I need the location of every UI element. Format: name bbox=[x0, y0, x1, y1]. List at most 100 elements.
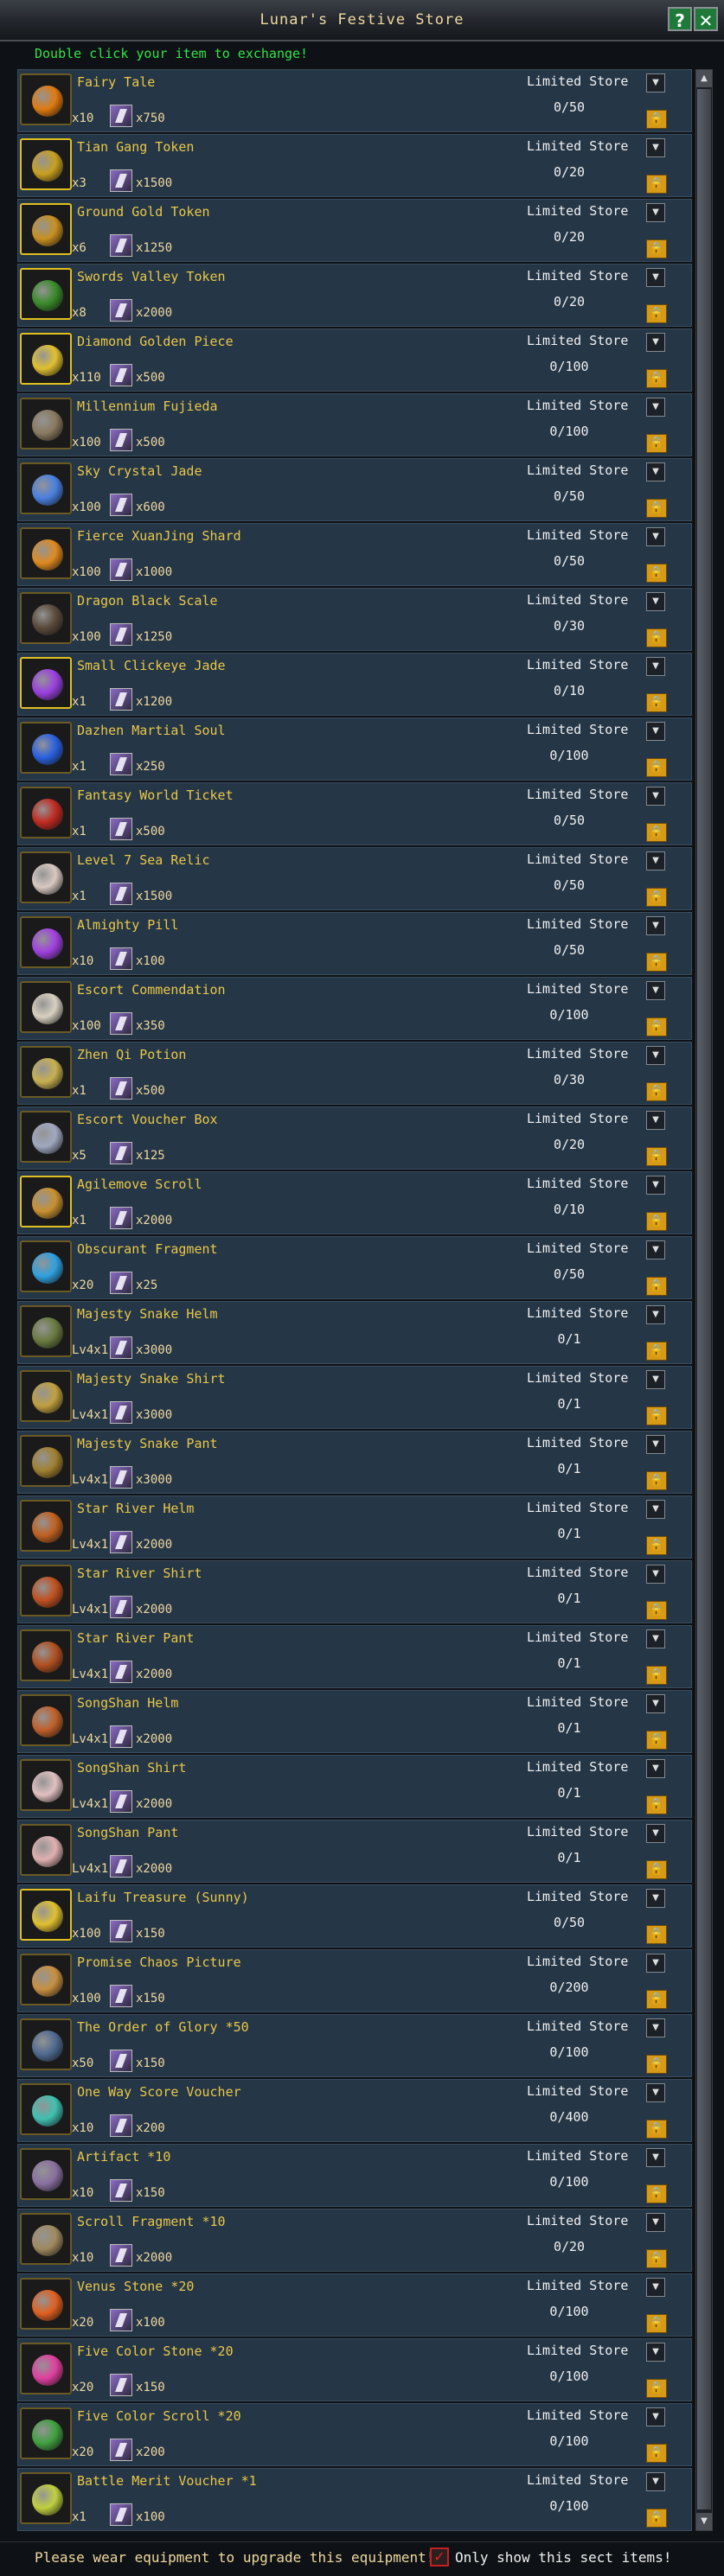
store-item-row[interactable]: The Order of Glory *50 x50 x150 Limited Sto… bbox=[17, 2014, 692, 2077]
store-item-row[interactable]: Majesty Snake Pant Lv4x1 x3000 Limited Stor… bbox=[17, 1431, 692, 1494]
dropdown-icon[interactable]: ▼ bbox=[646, 1500, 665, 1519]
store-item-row[interactable]: Majesty Snake Shirt Lv4x1 x3000 Limited Sto… bbox=[17, 1366, 692, 1429]
store-item-row[interactable]: SongShan Helm Lv4x1 x2000 Limited Store 0/1 ▼… bbox=[17, 1690, 692, 1753]
store-item-row[interactable]: Sky Crystal Jade x100 x600 Limited Store 0/5… bbox=[17, 458, 692, 521]
dropdown-icon[interactable]: ▼ bbox=[646, 1889, 665, 1908]
lock-icon[interactable]: 🔒 bbox=[646, 2055, 667, 2074]
item-icon[interactable] bbox=[20, 916, 72, 968]
lock-icon[interactable]: 🔒 bbox=[646, 1471, 667, 1490]
lock-icon[interactable]: 🔒 bbox=[646, 499, 667, 518]
lock-icon[interactable]: 🔒 bbox=[646, 1147, 667, 1166]
lock-icon[interactable]: 🔒 bbox=[646, 2509, 667, 2528]
store-item-row[interactable]: Obscurant Fragment x20 x25 Limited Store 0/5… bbox=[17, 1236, 692, 1299]
dropdown-icon[interactable]: ▼ bbox=[646, 527, 665, 546]
lock-icon[interactable]: 🔒 bbox=[646, 304, 667, 323]
item-icon[interactable] bbox=[20, 73, 72, 125]
item-icon[interactable] bbox=[20, 1111, 72, 1163]
dropdown-icon[interactable]: ▼ bbox=[646, 787, 665, 806]
store-item-row[interactable]: Star River Shirt Lv4x1 x2000 Limited Store 0… bbox=[17, 1560, 692, 1623]
dropdown-icon[interactable]: ▼ bbox=[646, 1370, 665, 1389]
lock-icon[interactable]: 🔒 bbox=[646, 369, 667, 388]
dropdown-icon[interactable]: ▼ bbox=[646, 592, 665, 611]
store-item-row[interactable]: Artifact *10 x10 x150 Limited Store 0/100 ▼ 🔒 bbox=[17, 2144, 692, 2207]
lock-icon[interactable]: 🔒 bbox=[646, 2314, 667, 2333]
lock-icon[interactable]: 🔒 bbox=[646, 1017, 667, 1036]
store-item-row[interactable]: Five Color Stone *20 x20 x150 Limited Store… bbox=[17, 2338, 692, 2401]
lock-icon[interactable]: 🔒 bbox=[646, 2444, 667, 2463]
lock-icon[interactable]: 🔒 bbox=[646, 110, 667, 129]
dropdown-icon[interactable]: ▼ bbox=[646, 657, 665, 676]
store-item-row[interactable]: Escort Voucher Box x5 x125 Limited Store 0/2… bbox=[17, 1106, 692, 1170]
item-icon[interactable] bbox=[20, 1565, 72, 1616]
store-item-row[interactable]: Fantasy World Ticket x1 x500 Limited Store 0… bbox=[17, 782, 692, 845]
lock-icon[interactable]: 🔒 bbox=[646, 888, 667, 907]
dropdown-icon[interactable]: ▼ bbox=[646, 2083, 665, 2102]
lock-icon[interactable]: 🔒 bbox=[646, 953, 667, 972]
lock-icon[interactable]: 🔒 bbox=[646, 693, 667, 712]
dropdown-icon[interactable]: ▼ bbox=[646, 722, 665, 741]
dropdown-icon[interactable]: ▼ bbox=[646, 1629, 665, 1648]
store-item-row[interactable]: SongShan Shirt Lv4x1 x2000 Limited Store 0/1… bbox=[17, 1755, 692, 1818]
sect-filter-checkbox[interactable]: ✓ bbox=[430, 2547, 449, 2566]
dropdown-icon[interactable]: ▼ bbox=[646, 2343, 665, 2362]
dropdown-icon[interactable]: ▼ bbox=[646, 398, 665, 417]
dropdown-icon[interactable]: ▼ bbox=[646, 2213, 665, 2232]
lock-icon[interactable]: 🔒 bbox=[646, 175, 667, 194]
item-icon[interactable] bbox=[20, 138, 72, 190]
dropdown-icon[interactable]: ▼ bbox=[646, 1305, 665, 1324]
item-icon[interactable] bbox=[20, 333, 72, 385]
lock-icon[interactable]: 🔒 bbox=[646, 1277, 667, 1296]
store-item-row[interactable]: Laifu Treasure (Sunny) x100 x150 Limited St… bbox=[17, 1884, 692, 1948]
item-icon[interactable] bbox=[20, 1305, 72, 1357]
store-item-row[interactable]: Scroll Fragment *10 x10 x2000 Limited Store… bbox=[17, 2209, 692, 2272]
item-icon[interactable] bbox=[20, 2407, 72, 2459]
store-item-row[interactable]: Small Clickeye Jade x1 x1200 Limited Store 0… bbox=[17, 653, 692, 716]
lock-icon[interactable]: 🔒 bbox=[646, 1406, 667, 1425]
dropdown-icon[interactable]: ▼ bbox=[646, 1824, 665, 1843]
item-icon[interactable] bbox=[20, 1046, 72, 1098]
dropdown-icon[interactable]: ▼ bbox=[646, 1565, 665, 1584]
lock-icon[interactable]: 🔒 bbox=[646, 1601, 667, 1620]
dropdown-icon[interactable]: ▼ bbox=[646, 1046, 665, 1065]
dropdown-icon[interactable]: ▼ bbox=[646, 1954, 665, 1973]
scrollbar[interactable]: ▲ ▼ bbox=[695, 69, 713, 2531]
item-icon[interactable] bbox=[20, 398, 72, 450]
dropdown-icon[interactable]: ▼ bbox=[646, 1176, 665, 1195]
dropdown-icon[interactable]: ▼ bbox=[646, 1111, 665, 1130]
store-item-row[interactable]: Battle Merit Voucher *1 x1 x100 Limited Sto… bbox=[17, 2468, 692, 2531]
lock-icon[interactable]: 🔒 bbox=[646, 2184, 667, 2203]
store-item-row[interactable]: One Way Score Voucher x10 x200 Limited Stor… bbox=[17, 2079, 692, 2142]
lock-icon[interactable]: 🔒 bbox=[646, 564, 667, 583]
store-item-row[interactable]: Five Color Scroll *20 x20 x200 Limited Stor… bbox=[17, 2403, 692, 2466]
item-icon[interactable] bbox=[20, 203, 72, 255]
dropdown-icon[interactable]: ▼ bbox=[646, 1759, 665, 1778]
dropdown-icon[interactable]: ▼ bbox=[646, 851, 665, 870]
item-icon[interactable] bbox=[20, 2148, 72, 2200]
store-item-row[interactable]: Star River Pant Lv4x1 x2000 Limited Store 0/… bbox=[17, 1625, 692, 1688]
close-button[interactable]: ✕ bbox=[694, 7, 718, 31]
store-item-row[interactable]: Diamond Golden Piece x110 x500 Limited Stor… bbox=[17, 328, 692, 392]
lock-icon[interactable]: 🔒 bbox=[646, 1536, 667, 1555]
lock-icon[interactable]: 🔒 bbox=[646, 1860, 667, 1879]
lock-icon[interactable]: 🔒 bbox=[646, 1212, 667, 1231]
store-item-row[interactable]: Venus Stone *20 x20 x100 Limited Store 0/100… bbox=[17, 2273, 692, 2337]
store-item-row[interactable]: SongShan Pant Lv4x1 x2000 Limited Store 0/1 ▼… bbox=[17, 1820, 692, 1883]
store-item-row[interactable]: Star River Helm Lv4x1 x2000 Limited Store 0/… bbox=[17, 1495, 692, 1559]
item-icon[interactable] bbox=[20, 787, 72, 838]
store-item-row[interactable]: Escort Commendation x100 x350 Limited Store… bbox=[17, 977, 692, 1040]
item-icon[interactable] bbox=[20, 592, 72, 644]
dropdown-icon[interactable]: ▼ bbox=[646, 1435, 665, 1454]
dropdown-icon[interactable]: ▼ bbox=[646, 916, 665, 935]
store-item-row[interactable]: Level 7 Sea Relic x1 x1500 Limited Store 0/5… bbox=[17, 847, 692, 910]
item-icon[interactable] bbox=[20, 722, 72, 774]
item-icon[interactable] bbox=[20, 2278, 72, 2330]
lock-icon[interactable]: 🔒 bbox=[646, 2379, 667, 2398]
store-item-row[interactable]: Fairy Tale x10 x750 Limited Store 0/50 ▼ 🔒 bbox=[17, 69, 692, 132]
dropdown-icon[interactable]: ▼ bbox=[646, 2148, 665, 2167]
store-item-row[interactable]: Majesty Snake Helm Lv4x1 x3000 Limited Stor… bbox=[17, 1301, 692, 1364]
dropdown-icon[interactable]: ▼ bbox=[646, 2407, 665, 2426]
lock-icon[interactable]: 🔒 bbox=[646, 628, 667, 647]
scroll-up-icon[interactable]: ▲ bbox=[696, 70, 712, 87]
lock-icon[interactable]: 🔒 bbox=[646, 758, 667, 777]
store-item-row[interactable]: Tian Gang Token x3 x1500 Limited Store 0/20 ▼… bbox=[17, 134, 692, 197]
